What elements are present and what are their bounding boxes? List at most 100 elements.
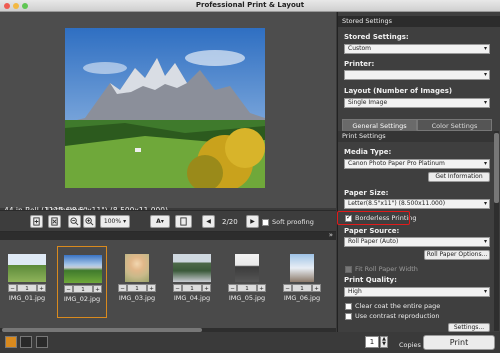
contrast-check[interactable] [345,312,352,320]
add-page-button[interactable] [30,215,43,228]
fit-roll-width-checkbox[interactable]: Fit Roll Paper Width [345,265,418,273]
delete-page-icon [51,217,58,226]
paper-source-value: Roll Paper (Auto) [348,238,399,245]
previous-page-button[interactable]: ◀ [202,215,215,228]
stored-settings-select[interactable]: Custom ▾ [344,44,490,54]
decrement-button[interactable]: − [283,284,292,292]
increment-button[interactable]: + [93,285,102,293]
tab-color-settings[interactable]: Color Settings [417,119,492,131]
next-page-button[interactable]: ▶ [246,215,259,228]
media-type-label: Media Type: [344,148,392,156]
thumbnail-item[interactable]: −1 + IMG_04.jpg [167,246,217,318]
chevron-down-icon: ▾ [483,45,487,52]
media-type-value: Canon Photo Paper Pro Platinum [348,160,445,167]
thumbnail-item[interactable]: −1 + IMG_03.jpg [112,246,162,318]
print-quality-select[interactable]: High ▾ [344,287,490,297]
print-settings-header: Print Settings [338,131,494,142]
zoom-level-select[interactable]: 100% ▾ [100,215,130,228]
copy-count[interactable]: 1 [127,284,147,292]
title-bar: Professional Print & Layout [0,0,500,12]
chevron-down-icon: ▾ [483,71,487,78]
chevron-down-icon: ▾ [123,218,127,225]
thumbnail-strip-bar: » [0,231,336,240]
thumbnail-name: IMG_01.jpg [8,294,46,302]
borderless-highlight-box [337,211,410,225]
tab-general-settings[interactable]: General Settings [342,119,417,131]
decrement-button[interactable]: − [8,284,17,292]
thumbnail-name: IMG_06.jpg [283,294,321,302]
single-view-button[interactable] [5,336,17,348]
decrement-button[interactable]: − [64,285,73,293]
text-tool-button[interactable]: A ▾ [150,215,170,228]
copy-count[interactable]: 1 [17,284,37,292]
preview-toolbar: 100% ▾ A ▾ ◀ 2/20 ▶ Soft proofing [0,210,336,232]
delete-page-button[interactable] [48,215,61,228]
previous-arrow-icon: ◀ [206,218,211,225]
print-footer: 1 ▲ ▼ Copies Print [337,332,500,353]
paper-size-label: Paper Size: [344,189,389,197]
decrement-button[interactable]: − [173,284,182,292]
zoom-in-button[interactable] [83,215,96,228]
soft-proofing-label: Soft proofing [272,218,314,226]
decrement-button[interactable]: − [118,284,127,292]
grid-view-button[interactable] [36,336,48,348]
get-information-button[interactable]: Get Information [428,172,490,182]
thumbnail-item[interactable]: −1 + IMG_05.jpg [222,246,272,318]
copy-count[interactable]: 1 [292,284,312,292]
layout-select[interactable]: Single Image ▾ [344,98,490,108]
print-button[interactable]: Print [423,335,495,350]
page-icon [180,217,187,226]
copy-counter: −1 + [118,284,156,292]
media-type-select[interactable]: Canon Photo Paper Pro Platinum ▾ [344,159,490,169]
stored-settings-label: Stored Settings: [344,33,409,41]
zoom-out-button[interactable] [68,215,81,228]
page-options-button[interactable] [175,215,192,228]
fit-roll-check[interactable] [345,265,352,273]
clear-coat-check[interactable] [345,302,352,310]
soft-proofing-check[interactable] [262,218,269,226]
print-preview: 44 in Roll (1117.6mm) Letter(8.5"x11") (… [0,12,336,215]
paper-size-select[interactable]: Letter(8.5"x11") (8.500x11.000) ▾ [344,199,490,209]
copies-input[interactable]: 1 [365,336,379,348]
preview-image [65,28,265,188]
increment-button[interactable]: + [147,284,156,292]
fit-roll-label: Fit Roll Paper Width [355,265,418,273]
thumbnail-image [173,254,211,282]
settings-scrollbar[interactable] [494,131,499,331]
stored-settings-header[interactable]: Stored Settings [338,16,500,27]
scrollbar-thumb[interactable] [494,133,499,203]
thumbnail-strip: −1 + IMG_01.jpg −1 + IMG_02.jpg −1 + IMG_03… [0,240,336,328]
view-mode-bar [0,332,336,353]
thumbnail-item-selected[interactable]: −1 + IMG_02.jpg [57,246,107,318]
thumbnail-item[interactable]: −1 + IMG_06.jpg [277,246,327,318]
copies-stepper[interactable]: ▲ ▼ [380,336,388,348]
clear-coat-checkbox[interactable]: Clear coat the entire page [345,302,440,310]
contrast-label: Use contrast reproduction [355,312,440,320]
increment-button[interactable]: + [202,284,211,292]
decrement-button[interactable]: − [228,284,237,292]
increment-button[interactable]: + [312,284,321,292]
copy-count[interactable]: 1 [237,284,257,292]
thumbnail-name: IMG_03.jpg [118,294,156,302]
zoom-out-icon [70,217,79,226]
roll-paper-options-button[interactable]: Roll Paper Options... [424,250,490,260]
next-arrow-icon: ▶ [250,218,255,225]
thumbnail-image [290,254,314,282]
printer-select[interactable]: ▾ [344,70,490,80]
clear-coat-label: Clear coat the entire page [355,302,441,310]
dual-view-button[interactable] [20,336,32,348]
copy-count[interactable]: 1 [73,285,93,293]
increment-button[interactable]: + [257,284,266,292]
soft-proofing-checkbox[interactable]: Soft proofing [262,218,314,226]
chevron-down-icon: ▾ [483,160,487,167]
settings-button[interactable]: Settings... [448,323,490,332]
copies-label: Copies [399,341,421,349]
increment-button[interactable]: + [37,284,46,292]
collapse-strip-icon[interactable]: » [329,231,333,239]
copy-count[interactable]: 1 [182,284,202,292]
add-page-icon [33,217,40,226]
paper-source-select[interactable]: Roll Paper (Auto) ▾ [344,237,490,247]
contrast-reproduction-checkbox[interactable]: Use contrast reproduction [345,312,440,320]
thumbnail-item[interactable]: −1 + IMG_01.jpg [2,246,52,318]
settings-panel: Stored Settings Stored Settings: Custom ▾… [337,12,500,332]
